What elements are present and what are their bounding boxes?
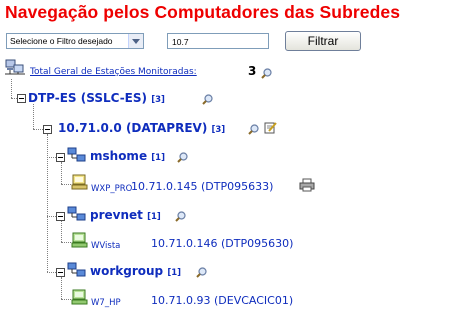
- collapse-toggle-root[interactable]: [17, 94, 26, 103]
- collapse-toggle-group[interactable]: [56, 268, 65, 277]
- host-name[interactable]: WXP_PRO: [91, 184, 132, 194]
- workgroup-icon: [67, 147, 87, 167]
- host-name[interactable]: WVista: [91, 241, 120, 251]
- filter-button[interactable]: Filtrar: [285, 31, 361, 51]
- summary-count: 3: [248, 64, 257, 78]
- group-label: prevnet: [90, 208, 143, 222]
- collapse-toggle-network[interactable]: [43, 125, 52, 134]
- host-name[interactable]: W7_HP: [91, 298, 121, 308]
- root-count: [3]: [151, 95, 165, 105]
- group-count: [1]: [147, 212, 161, 222]
- collapse-toggle-group[interactable]: [56, 153, 65, 162]
- group-label: mshome: [90, 149, 148, 163]
- computer-icon: [71, 231, 89, 253]
- group-count: [1]: [151, 153, 165, 163]
- computer-icon: [71, 173, 89, 195]
- host-address[interactable]: 10.71.0.146 (DTP095630): [151, 237, 293, 250]
- page-title: Navegação pelos Computadores das Subrede…: [5, 2, 401, 22]
- printer-icon[interactable]: [299, 177, 315, 196]
- workgroup-icon: [67, 262, 87, 282]
- network-count: [3]: [211, 125, 226, 135]
- summary-label[interactable]: Total Geral de Estações Monitoradas:: [30, 67, 197, 77]
- filter-select-value: Selecione o Filtro desejado: [10, 36, 113, 46]
- filter-select[interactable]: Selecione o Filtro desejado: [6, 33, 144, 49]
- host-address[interactable]: 10.71.0.145 (DTP095633): [131, 180, 273, 193]
- tree-node-group[interactable]: prevnet [1]: [90, 208, 161, 222]
- magnifier-icon[interactable]: [261, 64, 272, 83]
- tree-node-group[interactable]: workgroup [1]: [90, 264, 181, 278]
- magnifier-icon[interactable]: [196, 263, 207, 282]
- computer-icon: [71, 288, 89, 310]
- network-computers-icon: [4, 59, 26, 81]
- magnifier-icon[interactable]: [175, 207, 186, 226]
- chevron-down-icon[interactable]: [128, 34, 143, 48]
- group-label: workgroup: [90, 264, 164, 278]
- tree-node-root[interactable]: DTP-ES (SSLC-ES) [3]: [28, 91, 165, 105]
- collapse-toggle-group[interactable]: [56, 212, 65, 221]
- magnifier-icon[interactable]: [248, 120, 259, 139]
- tree-node-network[interactable]: 10.71.0.0 (DATAPREV) [3]: [58, 121, 225, 135]
- magnifier-icon[interactable]: [177, 148, 188, 167]
- workgroup-icon: [67, 206, 87, 226]
- edit-icon[interactable]: [264, 119, 277, 138]
- host-address[interactable]: 10.71.0.93 (DEVCACIC01): [151, 294, 293, 307]
- filter-input[interactable]: [167, 33, 269, 49]
- tree-node-group[interactable]: mshome [1]: [90, 149, 165, 163]
- root-label: DTP-ES (SSLC-ES): [28, 91, 147, 105]
- group-count: [1]: [167, 268, 181, 278]
- network-label: 10.71.0.0 (DATAPREV): [58, 121, 208, 135]
- magnifier-icon[interactable]: [202, 90, 213, 109]
